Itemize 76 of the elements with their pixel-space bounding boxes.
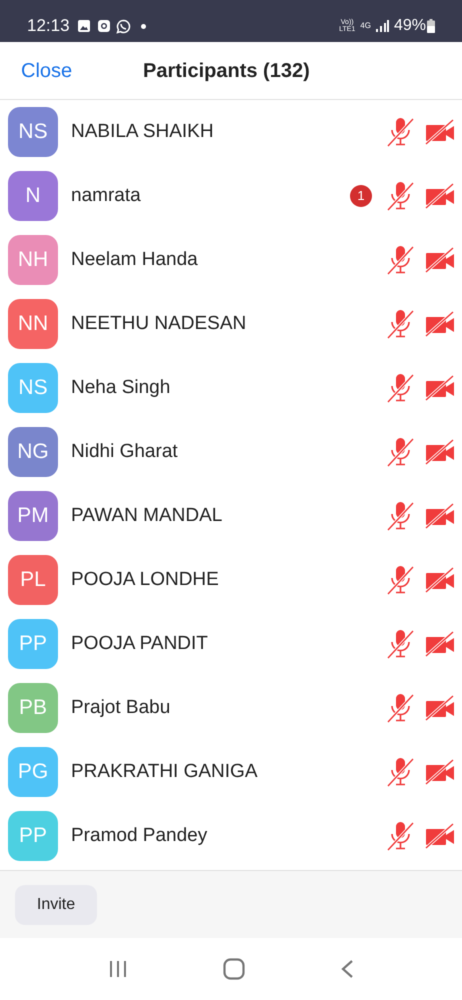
avatar: NG (8, 427, 58, 477)
participant-name: POOJA LONDHE (71, 568, 219, 592)
video-off-icon[interactable] (425, 375, 455, 401)
participant-name: Pramod Pandey (71, 824, 208, 848)
participant-row[interactable]: NS Neha Singh (0, 356, 462, 420)
muted-mic-icon[interactable] (386, 821, 414, 851)
participant-row[interactable]: PP Pramod Pandey (0, 804, 462, 868)
avatar: PG (8, 747, 58, 797)
video-off-icon[interactable] (425, 631, 455, 657)
recent-apps-icon[interactable] (108, 959, 128, 979)
muted-mic-icon[interactable] (386, 565, 414, 595)
participant-name: Nidhi Gharat (71, 440, 178, 464)
video-off-icon[interactable] (425, 183, 455, 209)
muted-mic-icon[interactable] (386, 437, 414, 467)
video-off-icon[interactable] (425, 567, 455, 593)
participant-name: NABILA SHAIKH (71, 120, 214, 144)
avatar: NN (8, 299, 58, 349)
participant-name: Neha Singh (71, 376, 170, 400)
video-off-icon[interactable] (425, 247, 455, 273)
video-off-icon[interactable] (425, 823, 455, 849)
participant-name: PAWAN MANDAL (71, 504, 222, 528)
muted-mic-icon[interactable] (386, 245, 414, 275)
back-icon[interactable] (340, 959, 354, 979)
network-label: 4G (360, 20, 371, 32)
video-off-icon[interactable] (425, 759, 455, 785)
participant-row[interactable]: PL POOJA LONDHE (0, 548, 462, 612)
header-title: Participants (132) (143, 58, 310, 84)
muted-mic-icon[interactable] (386, 629, 414, 659)
participant-row[interactable]: NS NABILA SHAIKH (0, 100, 462, 164)
home-icon[interactable] (222, 958, 245, 980)
battery-icon (427, 19, 435, 33)
participant-name: Neelam Handa (71, 248, 198, 272)
avatar: PL (8, 555, 58, 605)
muted-mic-icon[interactable] (386, 693, 414, 723)
participant-name: namrata (71, 184, 141, 208)
video-off-icon[interactable] (425, 695, 455, 721)
chat-bubble-icon (116, 18, 131, 34)
avatar: NS (8, 107, 58, 157)
participant-row[interactable]: N namrata 1 (0, 164, 462, 228)
participant-name: Prajot Babu (71, 696, 170, 720)
participant-row[interactable]: PP POOJA PANDIT (0, 612, 462, 676)
muted-mic-icon[interactable] (386, 181, 414, 211)
muted-mic-icon[interactable] (386, 309, 414, 339)
invite-button[interactable]: Invite (15, 884, 97, 924)
video-off-icon[interactable] (425, 119, 455, 145)
participant-row[interactable]: NG Nidhi Gharat (0, 420, 462, 484)
close-link[interactable]: Close (21, 56, 72, 86)
unread-badge: 1 (350, 185, 372, 207)
participant-row[interactable]: PM PAWAN MANDAL (0, 484, 462, 548)
avatar: PB (8, 683, 58, 733)
gallery-icon (76, 19, 91, 33)
avatar: N (8, 171, 58, 221)
screenshot-icon (96, 19, 111, 33)
avatar: NS (8, 363, 58, 413)
video-off-icon[interactable] (425, 311, 455, 337)
video-off-icon[interactable] (425, 503, 455, 529)
participant-row[interactable]: PG PRAKRATHI GANIGA (0, 740, 462, 804)
avatar: NH (8, 235, 58, 285)
dot-icon (140, 24, 146, 28)
avatar: PM (8, 491, 58, 541)
muted-mic-icon[interactable] (386, 757, 414, 787)
battery-percent: 49% (394, 16, 426, 36)
muted-mic-icon[interactable] (386, 373, 414, 403)
status-time: 12:13 (27, 15, 70, 38)
signal-icon (376, 20, 389, 32)
muted-mic-icon[interactable] (386, 117, 414, 147)
participant-row[interactable]: NN NEETHU NADESAN (0, 292, 462, 356)
participant-row[interactable]: NH Neelam Handa (0, 228, 462, 292)
avatar: PP (8, 619, 58, 669)
avatar: PP (8, 811, 58, 861)
video-off-icon[interactable] (425, 439, 455, 465)
participant-name: NEETHU NADESAN (71, 312, 246, 336)
muted-mic-icon[interactable] (386, 501, 414, 531)
participant-name: PRAKRATHI GANIGA (71, 760, 258, 784)
participant-name: POOJA PANDIT (71, 632, 208, 656)
participant-row[interactable]: PB Prajot Babu (0, 676, 462, 740)
